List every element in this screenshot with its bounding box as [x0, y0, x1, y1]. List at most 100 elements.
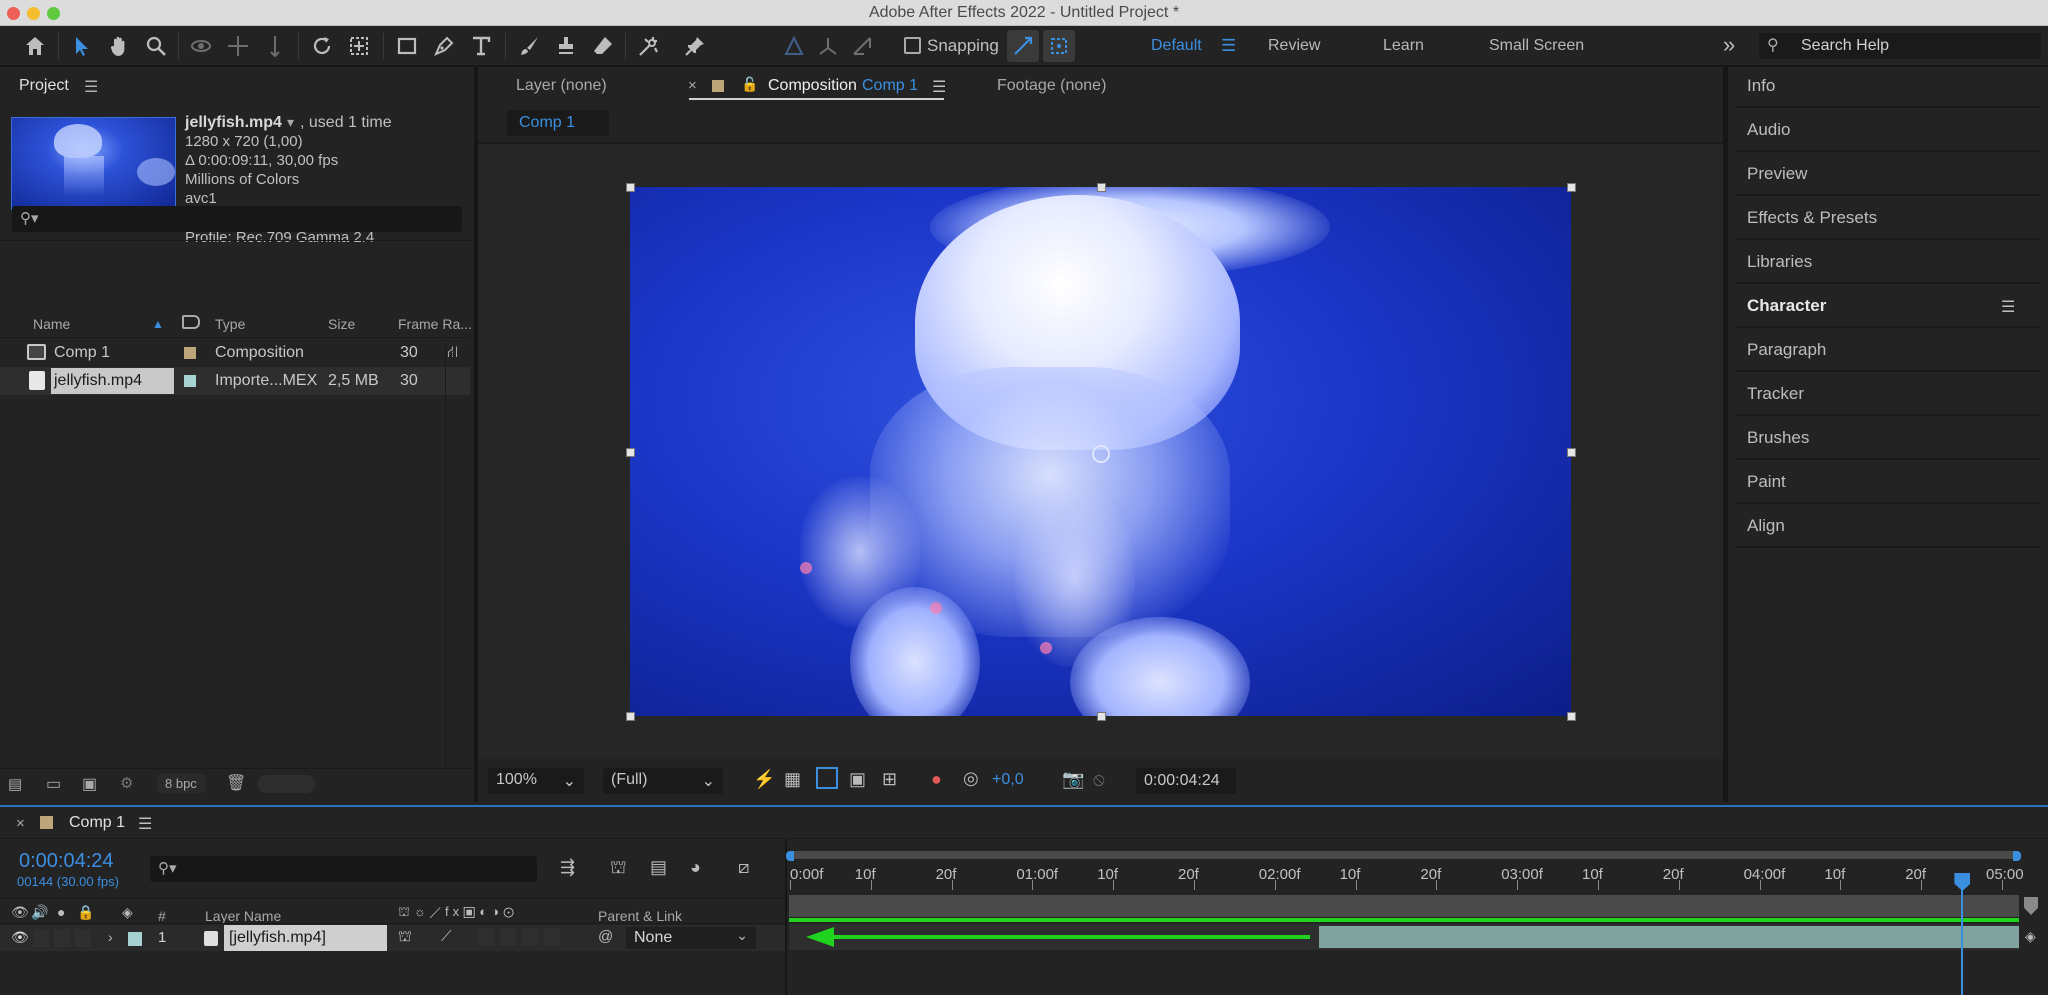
panel-menu-icon[interactable]: ☰	[2001, 297, 2015, 317]
axis-world-icon[interactable]	[812, 30, 844, 62]
project-search-input[interactable]: ⚲▾	[12, 206, 462, 232]
close-tab-icon[interactable]: ×	[688, 77, 697, 94]
workspace-menu-icon[interactable]: ☰	[1221, 36, 1236, 56]
layer-marker-icon[interactable]: ◈	[2025, 928, 2036, 945]
motion-blur-icon[interactable]: ◕	[690, 857, 701, 878]
type-tool-icon[interactable]	[465, 30, 497, 62]
close-timeline-icon[interactable]: ×	[16, 815, 25, 832]
pick-whip-icon[interactable]: @	[598, 928, 613, 945]
orbit-camera-icon[interactable]	[185, 30, 217, 62]
panel-character[interactable]: Character	[1735, 286, 2040, 328]
layer-name[interactable]: [jellyfish.mp4]	[229, 929, 326, 947]
column-header-type[interactable]: Type	[215, 316, 245, 332]
viewer-timecode[interactable]: 0:00:04:24	[1136, 768, 1236, 794]
project-panel-title[interactable]: Project	[19, 77, 69, 95]
new-folder-icon[interactable]: ▭	[46, 774, 61, 794]
clone-stamp-tool-icon[interactable]	[550, 30, 582, 62]
tab-composition-name[interactable]: Comp 1	[862, 77, 918, 95]
workspace-default[interactable]: Default	[1151, 37, 1202, 55]
tab-footage[interactable]: Footage (none)	[997, 77, 1106, 95]
workspace-small-screen[interactable]: Small Screen	[1489, 37, 1584, 55]
frame-blending-icon[interactable]: ▤	[650, 857, 667, 878]
parent-dropdown[interactable]: None ⌄	[626, 927, 756, 949]
axis-view-icon[interactable]	[846, 30, 878, 62]
comp-mini-flowchart-icon[interactable]: ⇶	[560, 857, 575, 878]
project-panel-menu-icon[interactable]: ☰	[84, 77, 98, 97]
panel-effects-presets[interactable]: Effects & Presets	[1735, 198, 2040, 240]
panel-paragraph[interactable]: Paragraph	[1735, 330, 2040, 372]
interpret-footage-icon[interactable]: ▤	[8, 775, 22, 793]
label-color-swatch[interactable]	[184, 347, 196, 359]
mask-visibility-icon[interactable]	[816, 767, 838, 789]
panel-libraries[interactable]: Libraries	[1735, 242, 2040, 284]
shy-layers-icon[interactable]: ⛫	[610, 857, 627, 881]
panel-brushes[interactable]: Brushes	[1735, 418, 2040, 460]
region-of-interest-icon[interactable]: ▣	[849, 769, 866, 790]
workspace-learn[interactable]: Learn	[1383, 37, 1424, 55]
lock-icon[interactable]: 🔓	[741, 76, 758, 93]
snapping-checkbox[interactable]	[904, 37, 921, 54]
layer-duration-bar[interactable]	[1319, 926, 2019, 948]
workspace-overflow-icon[interactable]: »	[1723, 32, 1735, 58]
snap-features-icon[interactable]	[1043, 30, 1075, 62]
layer-label-color[interactable]	[128, 932, 142, 946]
column-header-size[interactable]: Size	[328, 316, 355, 332]
transform-handle[interactable]	[626, 712, 635, 721]
transform-handle[interactable]	[1097, 183, 1106, 192]
search-help-field[interactable]: ⚲ Search Help	[1759, 33, 2041, 59]
transform-handle[interactable]	[1567, 712, 1576, 721]
channels-icon[interactable]: ●	[931, 769, 942, 790]
dolly-camera-icon[interactable]	[259, 30, 291, 62]
new-composition-icon[interactable]: ▣	[82, 774, 97, 794]
zoom-tool-icon[interactable]	[140, 30, 172, 62]
magnification-dropdown[interactable]: 100% ⌄	[488, 768, 584, 794]
column-header-name[interactable]: Name	[33, 316, 70, 332]
tab-layer[interactable]: Layer (none)	[516, 77, 607, 95]
work-area-bar[interactable]	[789, 851, 2019, 859]
project-item-comp[interactable]: Comp 1 Composition 30 ⛙	[0, 339, 470, 367]
layer-row[interactable]: 👁 › 1 [jellyfish.mp4] ⛫ ⟋ @ None ⌄	[0, 925, 785, 951]
exposure-value[interactable]: +0,0	[992, 771, 1024, 789]
roto-brush-tool-icon[interactable]	[633, 30, 665, 62]
column-header-layer-name[interactable]: Layer Name	[205, 908, 281, 924]
shy-switch-icon[interactable]: ⛫	[398, 928, 412, 947]
axis-local-icon[interactable]	[778, 30, 810, 62]
work-area-start[interactable]	[786, 851, 794, 861]
delete-icon[interactable]: 🗑	[226, 773, 246, 793]
grid-guides-icon[interactable]: ⊞	[882, 769, 897, 790]
timeline-comp-tab[interactable]: Comp 1	[69, 814, 125, 832]
pen-tool-icon[interactable]	[428, 30, 460, 62]
panel-align[interactable]: Align	[1735, 506, 2040, 548]
eraser-tool-icon[interactable]	[587, 30, 619, 62]
timeline-menu-icon[interactable]: ☰	[138, 814, 152, 834]
hand-tool-icon[interactable]	[103, 30, 135, 62]
anchor-point-icon[interactable]	[1092, 445, 1110, 463]
pan-camera-icon[interactable]	[222, 30, 254, 62]
time-ruler[interactable]: 0:00f 10f 20f 01:00f 10f 20f 02:00f 10f 20f 03:00…	[790, 862, 2028, 892]
rectangle-tool-icon[interactable]	[391, 30, 423, 62]
panel-info[interactable]: Info	[1735, 66, 2040, 108]
work-area-end[interactable]	[2013, 851, 2021, 861]
timeline-timecode[interactable]: 0:00:04:24	[19, 850, 114, 873]
selection-tool-icon[interactable]	[66, 30, 98, 62]
graph-editor-icon[interactable]: ⧄	[738, 857, 749, 878]
quality-switch-icon[interactable]: ⟋	[441, 928, 452, 945]
brush-tool-icon[interactable]	[513, 30, 545, 62]
anchor-point-tool-icon[interactable]	[343, 30, 375, 62]
composition-frame[interactable]	[630, 187, 1571, 716]
show-snapshot-icon[interactable]: ⦸	[1093, 769, 1105, 790]
eye-icon[interactable]: 👁	[11, 929, 29, 946]
footage-dropdown-icon[interactable]: ▾	[287, 114, 294, 131]
fast-previews-icon[interactable]: ⚡	[753, 769, 775, 790]
playhead-line[interactable]	[1961, 873, 1964, 995]
resolution-dropdown[interactable]: (Full) ⌄	[603, 768, 723, 794]
panel-preview[interactable]: Preview	[1735, 154, 2040, 196]
transparency-grid-icon[interactable]: ▦	[784, 769, 801, 790]
rotate-tool-icon[interactable]	[306, 30, 338, 62]
label-color-swatch[interactable]	[184, 375, 196, 387]
expand-chevron-icon[interactable]: ›	[108, 929, 113, 945]
panel-paint[interactable]: Paint	[1735, 462, 2040, 504]
tab-menu-icon[interactable]: ☰	[932, 77, 946, 97]
project-settings-icon[interactable]: ⚙	[120, 774, 133, 792]
transform-handle[interactable]	[626, 448, 635, 457]
